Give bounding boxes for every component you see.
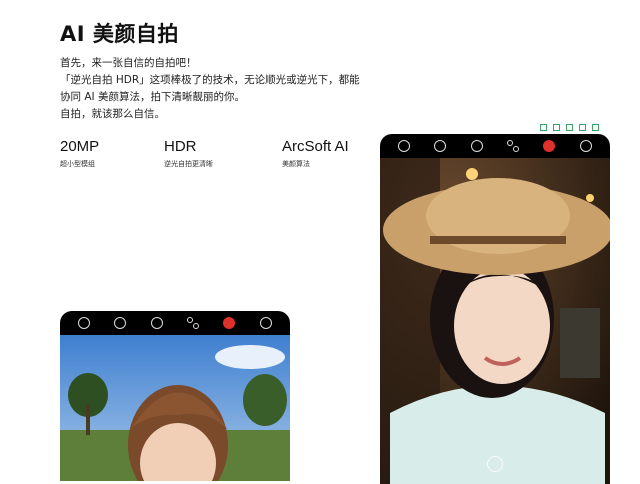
phone-camera-preview-outdoor <box>60 311 290 481</box>
settings-icon[interactable] <box>259 317 272 329</box>
ai-beauty-icon[interactable] <box>223 317 236 329</box>
camera-viewfinder-image <box>380 158 610 484</box>
page-title: AI 美颜自拍 <box>60 22 179 46</box>
description-line: 「逆光自拍 HDR」这项棒极了的技术，无论顺光或逆光下，都能 <box>60 74 360 86</box>
share-icons <box>540 124 599 131</box>
description-line: 自拍，就该那么自信。 <box>60 108 165 120</box>
camera-viewfinder-image <box>60 335 290 481</box>
spec-caption: 美颜算法 <box>282 160 310 168</box>
settings-icon[interactable] <box>579 140 592 152</box>
share-icon[interactable] <box>540 124 547 131</box>
share-icon[interactable] <box>566 124 573 131</box>
camera-toolbar <box>380 134 610 158</box>
description-line: 协同 AI 美颜算法，拍下清晰靓丽的你。 <box>60 91 245 103</box>
hdr-icon[interactable] <box>434 140 447 152</box>
spec-resolution: 20MP 超小型模组 <box>60 138 99 169</box>
hdr-icon[interactable] <box>114 317 127 329</box>
timer-icon[interactable] <box>470 140 483 152</box>
beauty-filter-icon[interactable] <box>187 317 200 329</box>
spec-hdr: HDR 逆光自拍更清晰 <box>164 138 213 169</box>
spec-value: ArcSoft AI <box>282 138 349 155</box>
flash-icon[interactable] <box>78 317 91 329</box>
spec-value: HDR <box>164 138 197 155</box>
share-icon[interactable] <box>553 124 560 131</box>
timer-icon[interactable] <box>150 317 163 329</box>
camera-toolbar <box>60 311 290 335</box>
ai-beauty-icon[interactable] <box>543 140 556 152</box>
spec-caption: 逆光自拍更清晰 <box>164 160 213 168</box>
share-icon[interactable] <box>592 124 599 131</box>
beauty-filter-icon[interactable] <box>507 140 520 152</box>
spec-value: 20MP <box>60 138 100 155</box>
share-icon[interactable] <box>579 124 586 131</box>
phone-camera-preview-portrait <box>380 134 610 484</box>
spec-caption: 超小型模组 <box>60 160 95 168</box>
description: 首先，来一张自信的自拍吧！ 「逆光自拍 HDR」这项棒极了的技术，无论顺光或逆光… <box>60 55 370 123</box>
description-line: 首先，来一张自信的自拍吧！ <box>60 57 197 69</box>
spec-arcsoft: ArcSoft AI 美颜算法 <box>282 138 349 169</box>
flash-icon[interactable] <box>398 140 411 152</box>
shutter-button[interactable] <box>487 456 503 472</box>
